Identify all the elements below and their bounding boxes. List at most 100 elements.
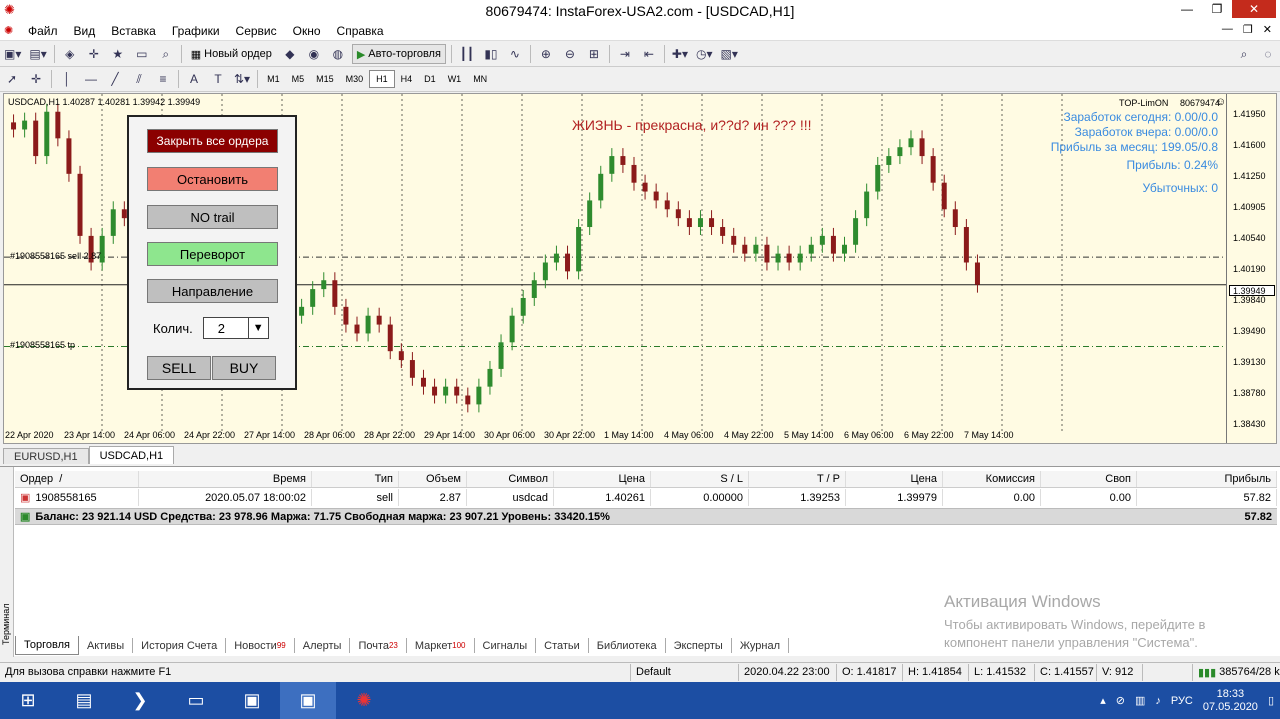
text-icon[interactable]: A xyxy=(184,69,204,89)
mdi-close-button[interactable]: ✕ xyxy=(1263,23,1272,36)
auto-scroll-icon[interactable]: ⇥ xyxy=(615,44,635,64)
tab-library[interactable]: Библиотека xyxy=(589,638,666,653)
channel-icon[interactable]: ⫽ xyxy=(129,69,149,89)
col-profit[interactable]: Прибыль xyxy=(1137,471,1277,487)
chat-icon[interactable]: ◌ xyxy=(1258,44,1278,64)
no-trail-button[interactable]: NO trail xyxy=(147,205,278,229)
zoom-out-icon[interactable]: ⊖ xyxy=(560,44,580,64)
notifications-icon[interactable]: ▯ xyxy=(1268,694,1274,707)
bar-chart-icon[interactable]: ┃┃ xyxy=(457,44,477,64)
tf-d1[interactable]: D1 xyxy=(418,70,442,88)
tab-alerts[interactable]: Алерты xyxy=(295,638,351,653)
tab-trade[interactable]: Торговля xyxy=(15,636,79,655)
templates-icon[interactable]: ▧▾ xyxy=(719,44,740,64)
network-error-icon[interactable]: ⊘ xyxy=(1116,694,1125,707)
menu-charts[interactable]: Графики xyxy=(164,24,228,38)
start-button[interactable]: ⊞ xyxy=(0,682,56,719)
server-manager-icon[interactable]: ▤ xyxy=(56,682,112,719)
volume-icon[interactable]: ♪ xyxy=(1155,695,1161,707)
table-row[interactable]: ▣ 1908558165 2020.05.07 18:00:02 sell 2.8… xyxy=(15,489,1277,506)
mdi-minimize-button[interactable]: — xyxy=(1222,23,1233,36)
tf-w1[interactable]: W1 xyxy=(442,70,468,88)
tf-h1[interactable]: H1 xyxy=(369,70,395,88)
clock[interactable]: 18:33 07.05.2020 xyxy=(1203,688,1258,714)
powershell-icon[interactable]: ❯ xyxy=(112,682,168,719)
tf-h4[interactable]: H4 xyxy=(395,70,419,88)
stop-button[interactable]: Остановить xyxy=(147,167,278,191)
status-traffic[interactable]: ▮▮▮ 385764/28 kb xyxy=(1192,663,1280,681)
chart-tab-usdcad[interactable]: USDCAD,H1 xyxy=(88,446,175,464)
tile-windows-icon[interactable]: ⊞ xyxy=(584,44,604,64)
menu-window[interactable]: Окно xyxy=(285,24,329,38)
cursor-icon[interactable]: ➚ xyxy=(2,69,22,89)
quantity-select[interactable]: 2 ▼ xyxy=(202,317,269,339)
direction-button[interactable]: Направление xyxy=(147,279,278,303)
status-profile[interactable]: Default xyxy=(630,663,738,681)
profiles-icon[interactable]: ▤▾ xyxy=(27,44,48,64)
vertical-line-icon[interactable]: │ xyxy=(57,69,77,89)
file-explorer-icon[interactable]: ▭ xyxy=(168,682,224,719)
chart-window[interactable]: USDCAD,H1 1.40287 1.40281 1.39942 1.3994… xyxy=(3,93,1277,444)
col-sl[interactable]: S / L xyxy=(651,471,749,487)
strategy-tester-icon[interactable]: ⌕ xyxy=(156,44,176,64)
col-order[interactable]: Ордер / xyxy=(15,471,139,487)
line-chart-icon[interactable]: ∿ xyxy=(505,44,525,64)
col-volume[interactable]: Объем xyxy=(399,471,467,487)
minimize-button[interactable]: — xyxy=(1172,0,1202,18)
metaeditor-icon[interactable]: ◆ xyxy=(280,44,300,64)
new-chart-icon[interactable]: ▣▾ xyxy=(2,44,23,64)
market-icon[interactable]: ◍ xyxy=(328,44,348,64)
language-indicator[interactable]: РУС xyxy=(1171,695,1193,707)
col-current-price[interactable]: Цена xyxy=(846,471,943,487)
horizontal-line-icon[interactable]: — xyxy=(81,69,101,89)
buy-button[interactable]: BUY xyxy=(212,356,276,380)
tab-news[interactable]: Новости 99 xyxy=(226,638,295,653)
crosshair-icon[interactable]: ✛ xyxy=(26,69,46,89)
remote-desktop-active-icon[interactable]: ▣ xyxy=(280,682,336,719)
col-commission[interactable]: Комиссия xyxy=(943,471,1041,487)
col-symbol[interactable]: Символ xyxy=(467,471,554,487)
sell-button[interactable]: SELL xyxy=(147,356,211,380)
col-price[interactable]: Цена xyxy=(554,471,651,487)
network-icon[interactable]: ▥ xyxy=(1135,694,1145,707)
tf-m5[interactable]: M5 xyxy=(286,70,311,88)
tab-history[interactable]: История Счета xyxy=(133,638,227,653)
tf-m1[interactable]: M1 xyxy=(261,70,286,88)
restore-button[interactable]: ❐ xyxy=(1202,0,1232,18)
arrows-icon[interactable]: ⇅▾ xyxy=(232,69,252,89)
navigator-icon[interactable]: ★ xyxy=(108,44,128,64)
close-button[interactable]: ✕ xyxy=(1232,0,1276,18)
close-all-orders-button[interactable]: Закрыть все ордера xyxy=(147,129,278,153)
trendline-icon[interactable]: ╱ xyxy=(105,69,125,89)
fibonacci-icon[interactable]: ≡ xyxy=(153,69,173,89)
dropdown-arrow-icon[interactable]: ▼ xyxy=(247,318,268,338)
remote-desktop-icon[interactable]: ▣ xyxy=(224,682,280,719)
auto-trading-button[interactable]: ▶ Авто-торговля xyxy=(351,44,446,64)
data-window-icon[interactable]: ✛ xyxy=(84,44,104,64)
tab-journal[interactable]: Журнал xyxy=(732,638,789,653)
tab-signals[interactable]: Сигналы xyxy=(475,638,537,653)
tab-articles[interactable]: Статьи xyxy=(536,638,589,653)
mdi-restore-button[interactable]: ❐ xyxy=(1243,23,1253,36)
tf-m15[interactable]: M15 xyxy=(310,70,340,88)
terminal-icon[interactable]: ▭ xyxy=(132,44,152,64)
tab-assets[interactable]: Активы xyxy=(79,638,134,653)
signals-icon[interactable]: ◉ xyxy=(304,44,324,64)
new-order-button[interactable]: ▦ Новый ордер xyxy=(187,44,276,64)
chart-shift-icon[interactable]: ⇤ xyxy=(639,44,659,64)
tf-mn[interactable]: MN xyxy=(467,70,493,88)
periods-icon[interactable]: ◷▾ xyxy=(694,44,715,64)
menu-help[interactable]: Справка xyxy=(329,24,392,38)
tab-experts[interactable]: Эксперты xyxy=(666,638,732,653)
menu-insert[interactable]: Вставка xyxy=(103,24,164,38)
market-watch-icon[interactable]: ◈ xyxy=(60,44,80,64)
tf-m30[interactable]: M30 xyxy=(340,70,370,88)
menu-view[interactable]: Вид xyxy=(66,24,104,38)
search-icon[interactable]: ⌕ xyxy=(1234,44,1254,64)
col-type[interactable]: Тип xyxy=(312,471,399,487)
zoom-in-icon[interactable]: ⊕ xyxy=(536,44,556,64)
menu-tools[interactable]: Сервис xyxy=(228,24,285,38)
candlestick-icon[interactable]: ▮▯ xyxy=(481,44,501,64)
tab-market[interactable]: Маркет 100 xyxy=(407,638,475,653)
instaforex-taskbar-icon[interactable]: ✺ xyxy=(336,682,392,719)
